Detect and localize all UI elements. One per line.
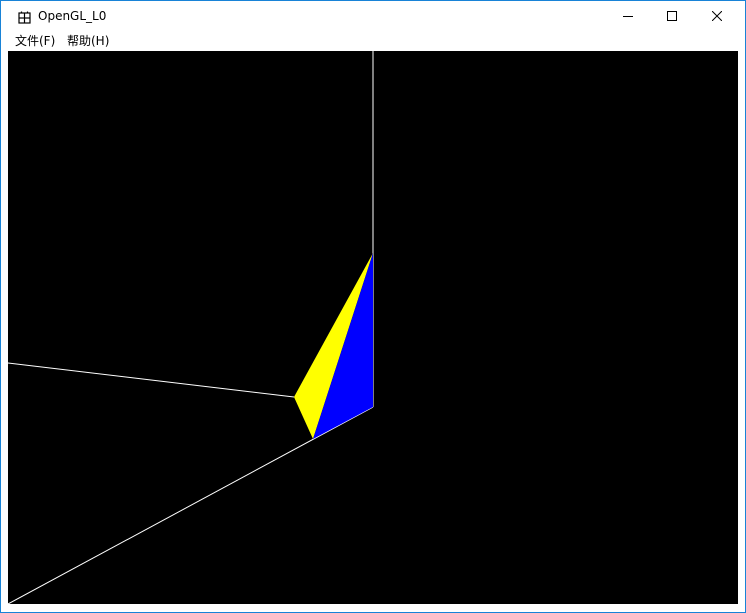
title-bar[interactable]: OpenGL_L0 [1,1,745,31]
window-right-border [738,51,745,604]
maximize-icon [667,11,677,21]
maximize-button[interactable] [649,1,695,31]
menu-help[interactable]: 帮助(H) [67,33,109,49]
window-bottom-border [1,604,745,612]
close-icon [712,11,722,21]
application-window: OpenGL_L0 文件(F) 帮助(H) [0,0,746,613]
opengl-viewport[interactable] [8,51,738,604]
window-left-border [1,51,8,604]
menu-file[interactable]: 文件(F) [15,33,55,49]
minimize-icon [623,16,633,17]
window-title: OpenGL_L0 [38,9,107,23]
menu-bar: 文件(F) 帮助(H) [1,31,745,51]
close-button[interactable] [694,1,740,31]
window-app-icon[interactable] [18,9,31,24]
minimize-button[interactable] [605,1,651,31]
